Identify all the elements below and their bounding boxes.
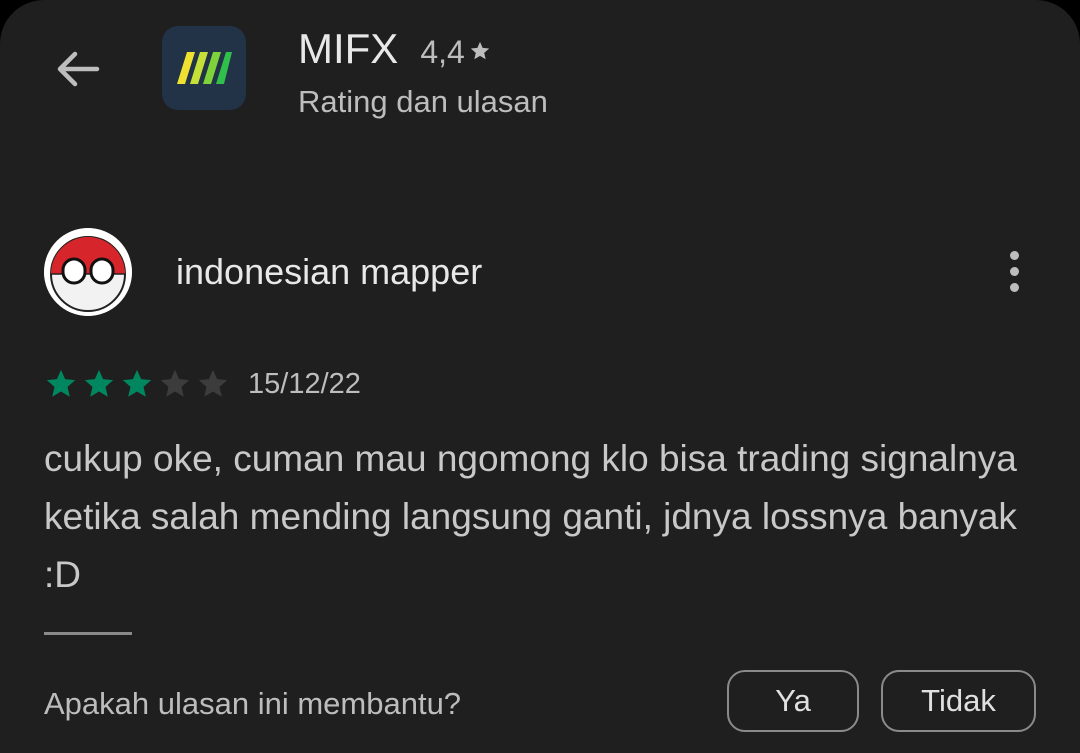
app-title-row: MIFX 4,4 — [298, 24, 491, 74]
more-vert-dot — [1009, 266, 1019, 276]
divider — [44, 632, 132, 635]
app-icon[interactable] — [162, 26, 246, 110]
helpful-question: Apakah ulasan ini membantu? — [44, 686, 462, 721]
star-rating — [44, 367, 230, 401]
star-filled-icon — [46, 369, 76, 397]
star-filled-icon — [84, 369, 114, 397]
more-vert-icon — [1009, 250, 1019, 260]
star-empty-icon — [160, 369, 190, 397]
review-detail-screen: MIFX 4,4 Rating dan ulasan indonesian ma… — [0, 0, 1080, 753]
review-text: cukup oke, cuman mau ngomong klo bisa tr… — [44, 438, 1017, 595]
more-vert-dot — [1009, 282, 1019, 292]
arrow-left-icon — [57, 51, 100, 87]
app-rating-value: 4,4 — [420, 34, 465, 70]
reviewer-name: indonesian mapper — [176, 251, 483, 292]
app-rating: 4,4 — [420, 34, 490, 71]
back-button[interactable] — [42, 38, 112, 100]
review-rating-row: 15/12/22 — [44, 364, 361, 404]
helpful-yes-button[interactable]: Ya — [727, 670, 859, 732]
more-options-button[interactable] — [992, 246, 1036, 296]
star-filled-icon — [122, 369, 152, 397]
indonesia-countryball-avatar — [44, 228, 132, 316]
avatar — [44, 228, 132, 316]
star-icon — [470, 41, 489, 59]
page-subtitle: Rating dan ulasan — [298, 84, 548, 119]
review-date: 15/12/22 — [248, 368, 361, 400]
star-empty-icon — [198, 369, 228, 397]
app-name: MIFX — [298, 25, 399, 72]
helpful-no-button[interactable]: Tidak — [881, 670, 1036, 732]
mifx-logo-icon — [177, 52, 232, 84]
